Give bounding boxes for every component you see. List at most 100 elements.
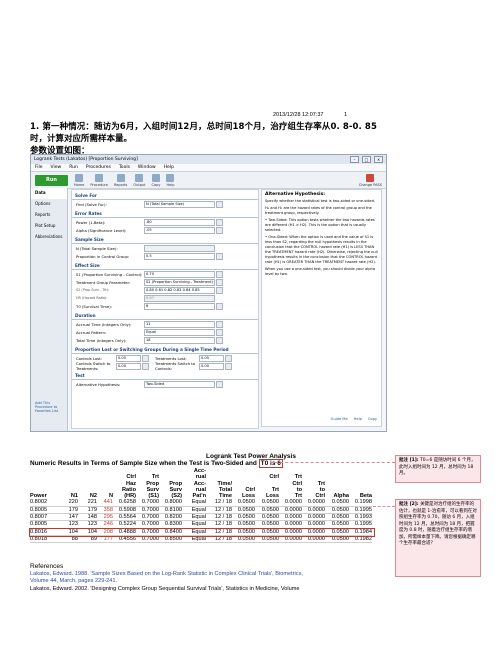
chevron-down-icon[interactable] [216, 270, 223, 278]
s2-input[interactable]: 0.80 0.81 0.82 0.83 0.84 0.85 [144, 286, 215, 294]
table-cell: 0.0500 [325, 513, 349, 522]
menu-help[interactable]: Help [164, 165, 174, 170]
accrual-pattern-select[interactable]: Equal [144, 328, 215, 336]
row-hr: HR (Hazard Ratio): 0.67 [72, 294, 258, 302]
sidebar-item-data[interactable]: Data [31, 188, 67, 199]
menu-window[interactable]: Window [138, 165, 156, 170]
chevron-down-icon[interactable] [216, 286, 223, 294]
proportion-input[interactable]: 0.5 [144, 252, 215, 260]
controls-switch-input[interactable]: 0.00 [116, 362, 141, 370]
t0-input[interactable]: 6 [144, 302, 215, 310]
sidebar: Data Options Reports Plot Setup Abbrevia… [31, 188, 68, 431]
chevron-down-icon[interactable] [216, 328, 223, 336]
tgp-select[interactable]: S2 (Proportion Surviving - Treatment) [144, 278, 215, 286]
maximize-icon[interactable]: □ [362, 156, 371, 163]
help-p5: When you use a one-sided test, you shoul… [265, 267, 376, 276]
toolbar-help[interactable]: Help [166, 173, 175, 187]
menu-procedures[interactable]: Procedures [86, 165, 111, 170]
sidebar-item-reports[interactable]: Reports [31, 210, 67, 221]
solve-for-select[interactable]: N (Total Sample Size) [144, 200, 215, 208]
controls-lost-input[interactable]: 0.05 [116, 354, 141, 362]
table-cell: Equal [182, 506, 206, 515]
chevron-down-icon[interactable] [216, 200, 223, 208]
s1-input[interactable]: 0.70 [144, 270, 215, 278]
treatments-lost-input[interactable]: 0.05 [199, 354, 224, 362]
copy-link[interactable]: Copy [368, 417, 377, 422]
table-cell: 0.7000 [136, 513, 159, 522]
menu-file[interactable]: File [35, 165, 43, 170]
hr-input[interactable]: 0.67 [144, 294, 215, 302]
tgp-label: Treatment Group Parameter: [76, 279, 131, 285]
table-cell: 0.0500 [255, 506, 279, 515]
accrual-time-input[interactable]: 12 [144, 320, 215, 328]
comment-1[interactable]: 批注 [1]: T0=6 是随访时间 6 个月，此时入组时间为 12 月，总时间… [395, 455, 481, 483]
report-subtitle: Numeric Results in Terms of Sample Size … [30, 459, 283, 468]
chevron-down-icon[interactable] [216, 336, 223, 344]
close-icon[interactable]: × [374, 156, 383, 163]
sidebar-item-plot-setup[interactable]: Plot Setup [31, 221, 67, 232]
chevron-down-icon[interactable] [225, 362, 232, 370]
controls-lost-label: Controls Lost: [76, 355, 103, 361]
table-cell: 0.0500 [232, 513, 255, 522]
minimize-icon[interactable]: – [350, 156, 359, 163]
table-cell: 221 [78, 499, 97, 507]
treatments-switch-input[interactable]: 0.00 [199, 362, 224, 370]
menu-view[interactable]: View [51, 165, 62, 170]
chevron-down-icon[interactable] [216, 380, 223, 388]
alpha-input[interactable]: .05 [144, 226, 215, 234]
total-time-input[interactable]: 18 [144, 336, 215, 344]
table-cell: 0.1993 [349, 513, 372, 522]
chevron-down-icon[interactable] [142, 354, 149, 362]
chevron-down-icon[interactable] [216, 302, 223, 310]
alt-hyp-select[interactable]: Two-Sided [144, 380, 215, 388]
table-cell: 0.0000 [279, 499, 302, 507]
results-table-header: Acc- Ctrl Trt rual Ctrl Trt Haz Prop Prop Acc- Tim… [30, 468, 372, 499]
table-cell: 358 [97, 506, 113, 515]
section-sample-size: Sample Size [72, 236, 258, 244]
parameters-form: Solve For Find (Solve For): N (Total Sam… [71, 189, 259, 429]
toolbar-help-label: Help [166, 182, 175, 187]
table-cell: 179 [78, 506, 97, 515]
chevron-down-icon[interactable] [216, 320, 223, 328]
change-pass-label: Change PASS [358, 182, 382, 187]
toolbar-copy[interactable]: Copy [152, 173, 160, 187]
help-title: Alternative Hypothesis: [265, 192, 326, 197]
table-cell: 0.7000 [136, 506, 159, 515]
comment-2[interactable]: 批注 [2]: 关键是对治疗组的生存率的估计，也就是 1-治愈率，可以看到在对照… [395, 499, 481, 577]
chevron-down-icon[interactable] [142, 362, 149, 370]
help-link[interactable]: Help [354, 417, 362, 422]
help-p2: H₀ and H₁ are the hazard rates of the co… [265, 206, 372, 215]
table-cell: 0.0500 [255, 499, 279, 507]
chevron-down-icon[interactable] [216, 252, 223, 260]
power-input[interactable]: .80 [144, 218, 215, 226]
sidebar-item-abbreviations[interactable]: Abbreviations [31, 232, 67, 243]
references-heading: References [30, 563, 64, 570]
add-favorites-link[interactable]: Add This Procedure to Favorites List [35, 401, 63, 413]
menu-run[interactable]: Run [69, 165, 78, 170]
row-alt-hyp: Alternative Hypothesis: Two-Sided [72, 380, 258, 388]
chevron-down-icon[interactable] [216, 278, 223, 286]
chevron-down-icon[interactable] [216, 218, 223, 226]
n-total-input[interactable] [144, 244, 215, 252]
reference-2: Lakatos, Edward. 2002. 'Designing Comple… [30, 586, 300, 592]
toolbar-home[interactable]: Home [74, 173, 84, 187]
chevron-down-icon[interactable] [225, 354, 232, 362]
chevron-down-icon[interactable] [216, 226, 223, 234]
alt-hyp-label: Alternative Hypothesis: [76, 381, 121, 387]
solve-for-label: Find (Solve For): [76, 201, 107, 207]
reference-1-line-2[interactable]: Volume 44, March, pages 229-241. [30, 578, 117, 584]
change-pass-button[interactable]: Change PASS [358, 173, 382, 187]
run-button[interactable]: Run [35, 174, 68, 186]
treatments-lost-label: Treatments Lost: [155, 355, 187, 361]
table-cell: 12 / 18 [206, 513, 232, 522]
power-label: Power (1-Beta): [76, 219, 106, 225]
menu-tools[interactable]: Tools [119, 165, 130, 170]
guide-me-link[interactable]: Guide Me [331, 417, 348, 422]
sidebar-item-options[interactable]: Options [31, 199, 67, 210]
table-cell: Equal [182, 499, 206, 507]
reference-1-line-1[interactable]: Lakatos, Edward. 1988. 'Sample Sizes Bas… [30, 571, 303, 577]
toolbar-procedure[interactable]: Procedure [90, 173, 108, 187]
toolbar-reports[interactable]: Reports [114, 173, 127, 187]
toolbar-output[interactable]: Output [133, 173, 146, 187]
help-p1: Specify whether the statistical test is … [265, 199, 376, 203]
